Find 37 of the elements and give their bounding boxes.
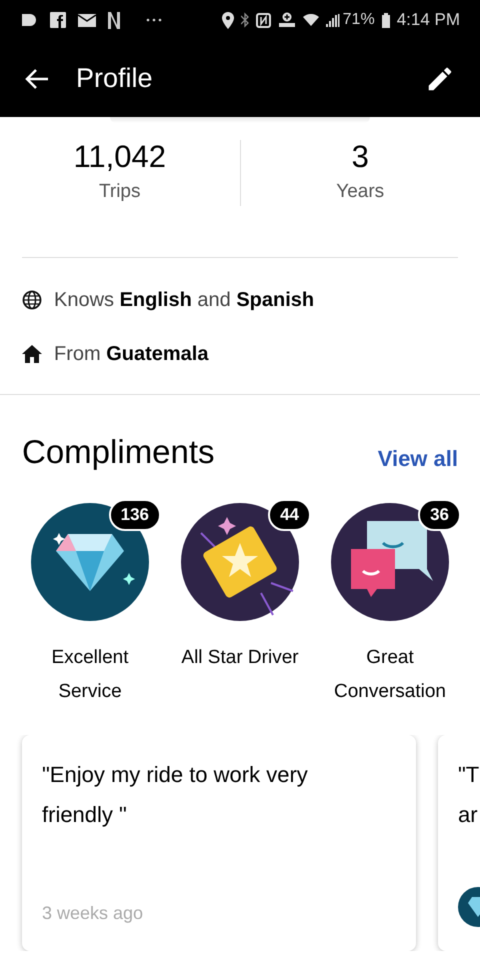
stat-label: Trips — [98, 180, 141, 204]
wifi-icon — [302, 14, 319, 26]
clock-time: 4:14 PM — [396, 9, 460, 32]
view-all-link[interactable]: View all — [378, 442, 458, 474]
location-icon — [222, 12, 234, 28]
stat-value: 11,042 — [73, 138, 166, 176]
count-badge: 36 — [418, 498, 461, 530]
home-icon — [22, 345, 42, 363]
more-icon — [146, 18, 162, 22]
detail-text: From Guatemala — [54, 342, 208, 367]
count-badge: 44 — [268, 498, 311, 530]
section-title: Compliments — [22, 432, 215, 472]
chat-bubbles-badge-icon — [331, 502, 449, 620]
battery-icon — [382, 12, 390, 28]
compliment-label: Excellent Service — [51, 646, 129, 704]
nfc-icon — [256, 12, 271, 28]
diamond-badge-icon — [31, 502, 149, 620]
comment-time: 3 weeks ago — [42, 902, 144, 922]
bluetooth-icon — [240, 12, 249, 28]
letter-n-icon — [108, 12, 120, 28]
globe-icon — [22, 290, 42, 310]
mail-icon — [78, 14, 96, 26]
stat-value: 3 — [352, 138, 369, 176]
stat-label: Years — [336, 180, 384, 204]
screen-title: Profile — [76, 62, 153, 96]
comment-text: "Enjoy my ride to work very friendly " — [42, 760, 309, 829]
facebook-icon — [50, 12, 66, 28]
count-badge: 136 — [108, 498, 161, 530]
back-arrow-icon — [25, 68, 49, 90]
ticket-badge-icon — [181, 502, 299, 620]
battery-percentage: 71% — [342, 10, 375, 30]
comment-text: "T ar — [458, 760, 480, 828]
compliment-label: All Star Driver — [181, 646, 299, 670]
detail-text: Knows English and Spanish — [54, 288, 314, 313]
phone-plus-icon — [278, 12, 296, 28]
signal-icon — [326, 14, 340, 26]
compliment-label: Great Conversation — [334, 646, 446, 704]
